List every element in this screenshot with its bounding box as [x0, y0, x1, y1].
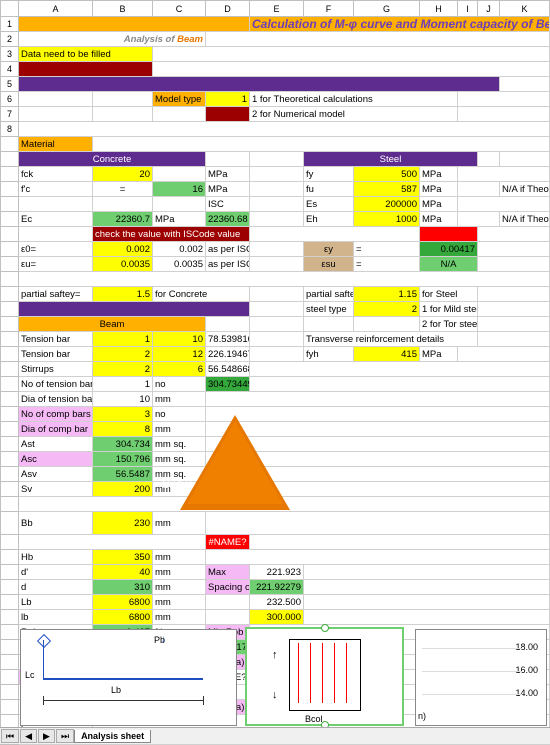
- col-H[interactable]: H: [420, 1, 458, 17]
- beam-diagram[interactable]: Pb ↓ Lc Lb: [20, 629, 237, 726]
- arrow-down-icon: ↓: [272, 689, 278, 701]
- col-E[interactable]: E: [250, 1, 304, 17]
- page-title: Calculation of M-φ curve and Moment capa…: [250, 17, 550, 32]
- arrow-down-icon: ↓: [161, 634, 166, 645]
- tab-first-button[interactable]: ⏮: [1, 729, 19, 743]
- col-A[interactable]: A: [19, 1, 93, 17]
- row-2[interactable]: 2: [1, 32, 19, 47]
- row-3[interactable]: 3: [1, 47, 19, 62]
- line-chart[interactable]: 18.00 16.00 14.00 n): [415, 629, 547, 726]
- sheet-tab[interactable]: Analysis sheet: [74, 730, 151, 743]
- col-J[interactable]: J: [478, 1, 500, 17]
- col-B[interactable]: B: [93, 1, 153, 17]
- column-headers: A B C D E F G H I J K: [1, 1, 550, 17]
- arrow-up-icon: ↑: [272, 649, 278, 661]
- col-I[interactable]: I: [458, 1, 478, 17]
- col-K[interactable]: K: [500, 1, 550, 17]
- col-D[interactable]: D: [206, 1, 250, 17]
- tab-prev-button[interactable]: ◀: [20, 729, 37, 743]
- section-diagram[interactable]: ↑ ↓ Bcol: [245, 627, 404, 726]
- row-1[interactable]: 1: [1, 17, 19, 32]
- col-G[interactable]: G: [354, 1, 420, 17]
- hinge-icon: [37, 634, 51, 648]
- sheet-tab-bar: ⏮ ◀ ▶ ⏭ Analysis sheet: [0, 727, 550, 744]
- data-need-label: Data need to be filled: [19, 47, 153, 62]
- col-F[interactable]: F: [304, 1, 354, 17]
- col-C[interactable]: C: [153, 1, 206, 17]
- solve-button[interactable]: Solve: [180, 415, 290, 510]
- tab-next-button[interactable]: ▶: [38, 729, 55, 743]
- tab-last-button[interactable]: ⏭: [56, 729, 74, 743]
